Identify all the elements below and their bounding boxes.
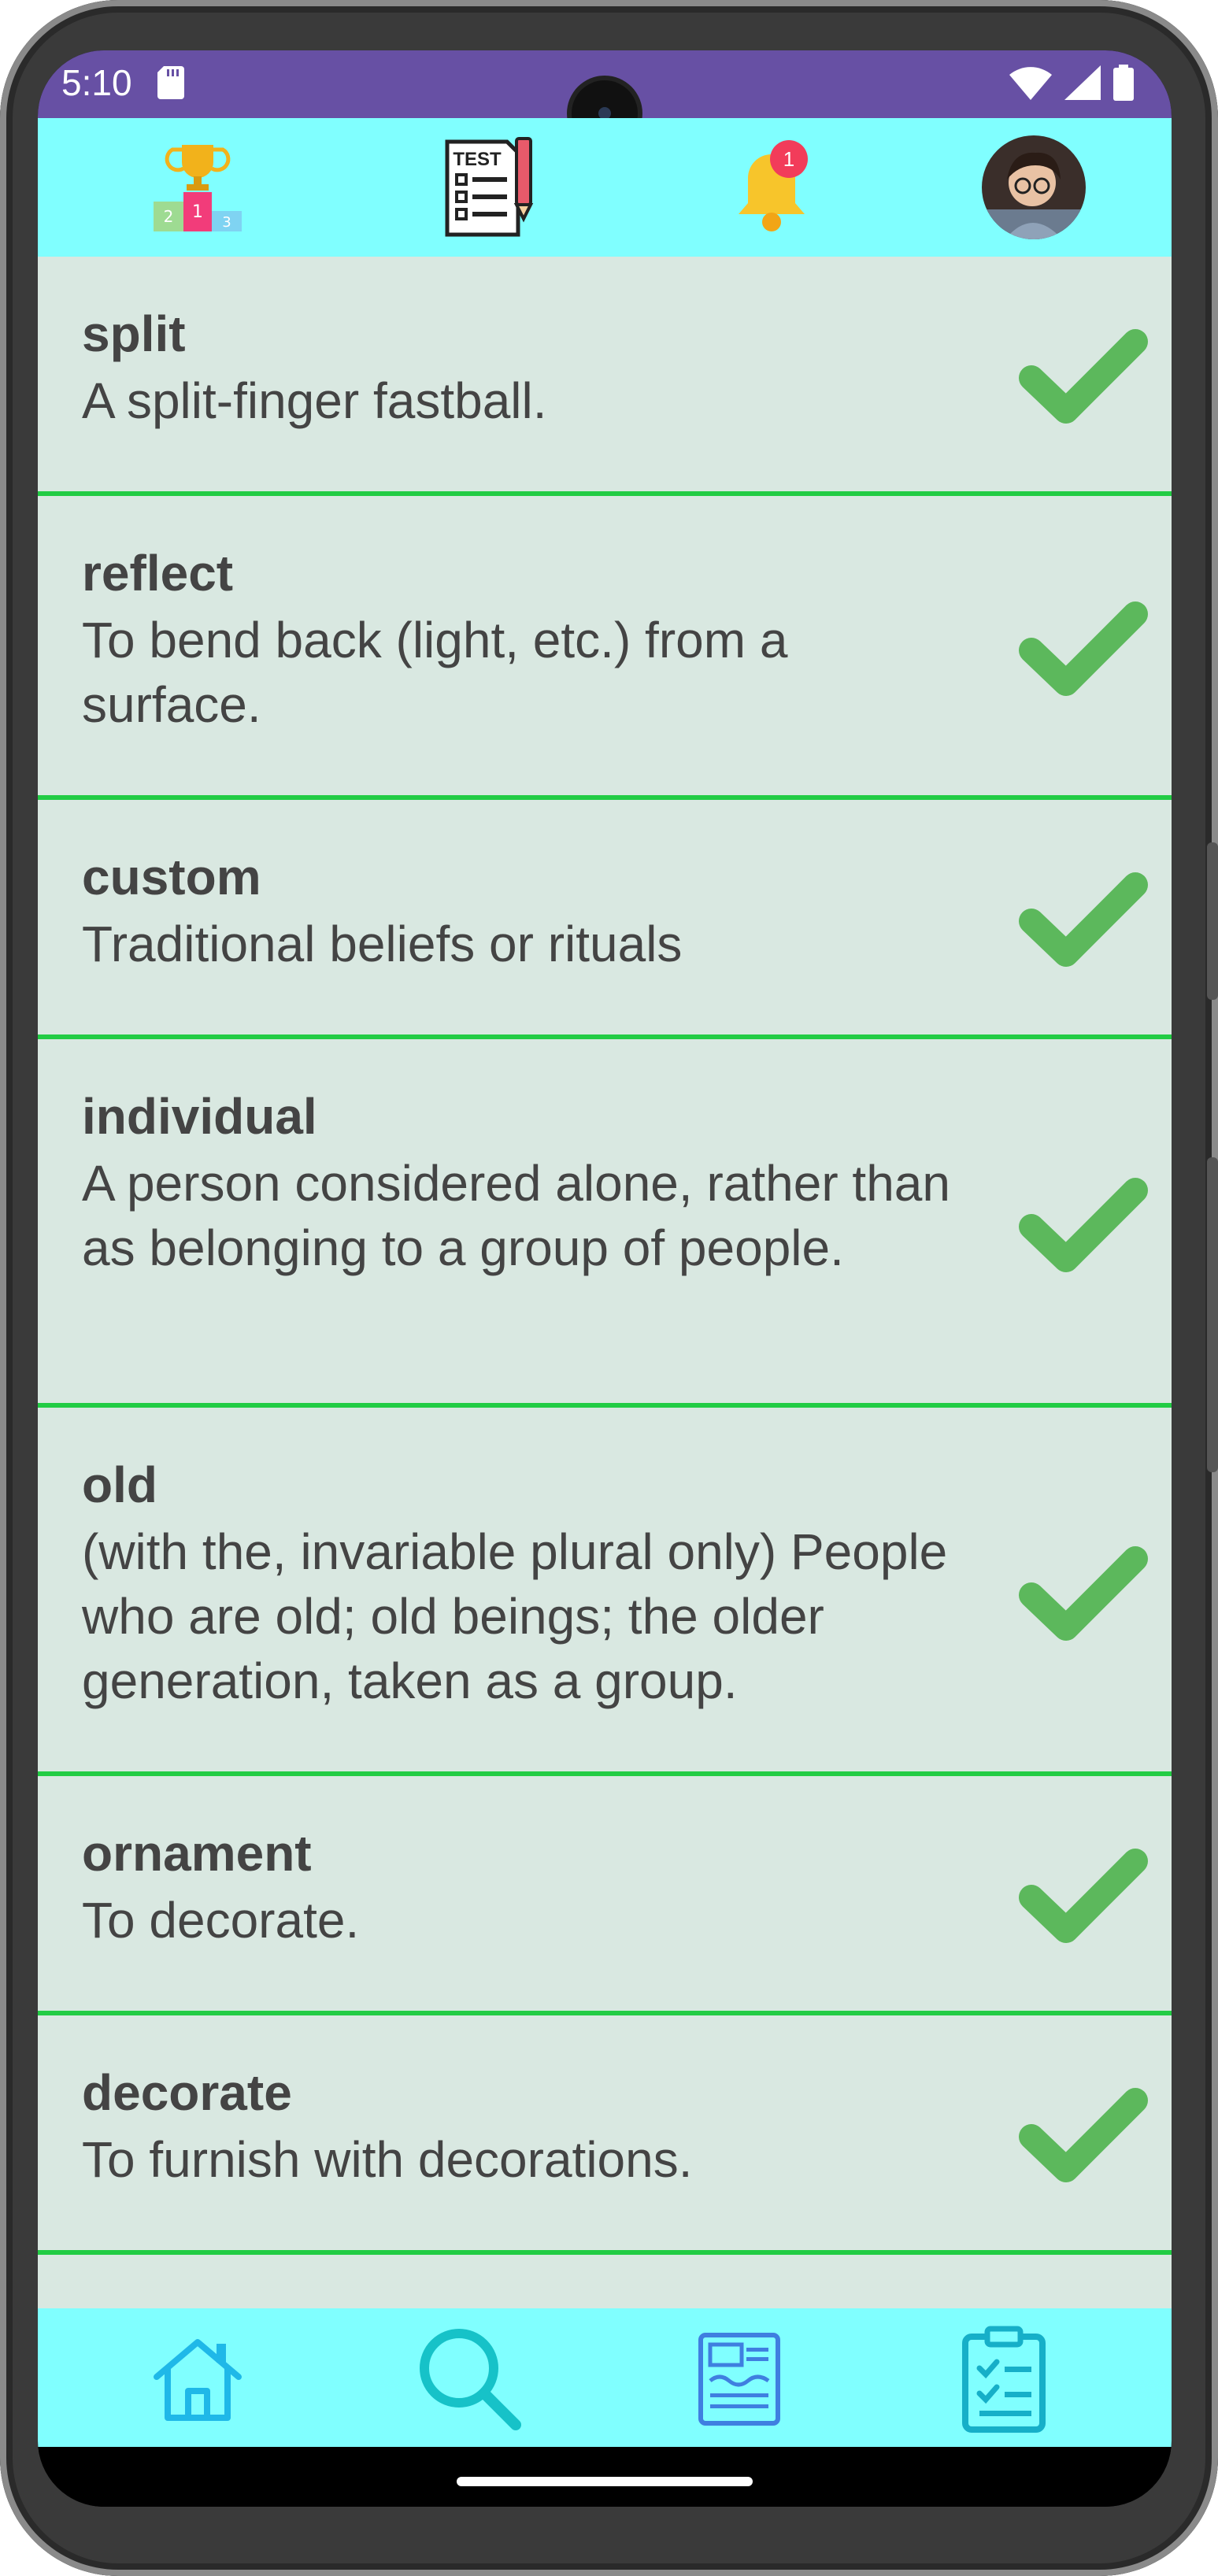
home-icon: [154, 2339, 242, 2421]
phone-frame: 5:10 1 2 3 TEST 1 split A split-finger f…: [0, 0, 1218, 2576]
word-row[interactable]: old (with the, invariable plural only) P…: [38, 1408, 1172, 1776]
svg-text:2: 2: [164, 207, 174, 226]
top-app-bar: 1 2 3 TEST 1: [38, 118, 1172, 257]
nav-news[interactable]: [672, 2316, 806, 2442]
word-title: reflect: [82, 545, 234, 601]
profile-avatar-icon: [982, 135, 1086, 239]
word-row[interactable]: split A split-finger fastball.: [38, 257, 1172, 496]
check-icon: [1019, 1546, 1148, 1641]
word-definition: To bend back (light, etc.) from a surfac…: [82, 612, 788, 733]
word-definition: A split-finger fastball.: [82, 372, 547, 429]
word-row[interactable]: individual A person considered alone, ra…: [38, 1039, 1172, 1408]
screen: 5:10 1 2 3 TEST 1 split A split-finger f…: [38, 50, 1172, 2507]
svg-text:3: 3: [222, 214, 231, 231]
word-definition: A person considered alone, rather than a…: [82, 1155, 950, 1276]
leaderboard-trophy-icon: 1 2 3: [154, 145, 242, 231]
word-title: old: [82, 1456, 157, 1513]
word-definition: To furnish with decorations.: [82, 2131, 693, 2188]
check-icon: [1019, 329, 1148, 424]
word-title: split: [82, 305, 186, 362]
signal-icon: [1064, 65, 1101, 100]
word-definition: Traditional beliefs or rituals: [82, 916, 683, 972]
word-definition: (with the, invariable plural only) Peopl…: [82, 1523, 948, 1709]
word-title: individual: [82, 1088, 317, 1145]
word-title: decorate: [82, 2064, 292, 2121]
check-icon: [1019, 601, 1148, 696]
word-title: custom: [82, 849, 261, 905]
battery-icon: [1113, 65, 1134, 101]
nav-home[interactable]: [131, 2316, 265, 2442]
check-icon: [1019, 872, 1148, 967]
word-title: ornament: [82, 1825, 312, 1882]
word-row[interactable]: ornament To decorate.: [38, 1776, 1172, 2015]
word-row[interactable]: custom Traditional beliefs or rituals: [38, 800, 1172, 1039]
leaderboard-button[interactable]: 1 2 3: [131, 118, 265, 257]
volume-button: [1207, 842, 1218, 1000]
svg-text:1: 1: [192, 202, 203, 222]
gesture-area: [38, 2447, 1172, 2507]
bottom-navigation: [38, 2308, 1172, 2447]
word-row[interactable]: reflect To bend back (light, etc.) from …: [38, 496, 1172, 800]
check-icon: [1019, 2088, 1148, 2182]
check-icon: [1019, 1849, 1148, 1943]
status-time: 5:10: [61, 62, 132, 103]
word-list[interactable]: split A split-finger fastball. reflect T…: [38, 257, 1172, 2308]
search-icon: [420, 2329, 521, 2430]
clipboard-checklist-icon: [962, 2326, 1046, 2433]
word-definition: To decorate.: [82, 1892, 360, 1949]
notifications-button[interactable]: 1: [709, 118, 842, 257]
news-icon: [698, 2333, 780, 2426]
notification-bell-icon: 1: [739, 140, 808, 231]
check-icon: [1019, 1178, 1148, 1272]
profile-button[interactable]: [975, 118, 1093, 257]
nav-search[interactable]: [403, 2316, 537, 2442]
power-button: [1207, 1157, 1218, 1472]
test-label: TEST: [453, 149, 502, 170]
test-checklist-icon: TEST: [445, 137, 534, 237]
sd-card-icon: [157, 66, 184, 99]
wifi-icon: [1009, 67, 1052, 100]
test-button[interactable]: TEST: [408, 118, 565, 257]
nav-tasks[interactable]: [937, 2316, 1071, 2442]
notification-badge-count: 1: [783, 147, 794, 171]
home-gesture-bar[interactable]: [457, 2477, 753, 2486]
word-row[interactable]: decorate To furnish with decorations.: [38, 2015, 1172, 2255]
